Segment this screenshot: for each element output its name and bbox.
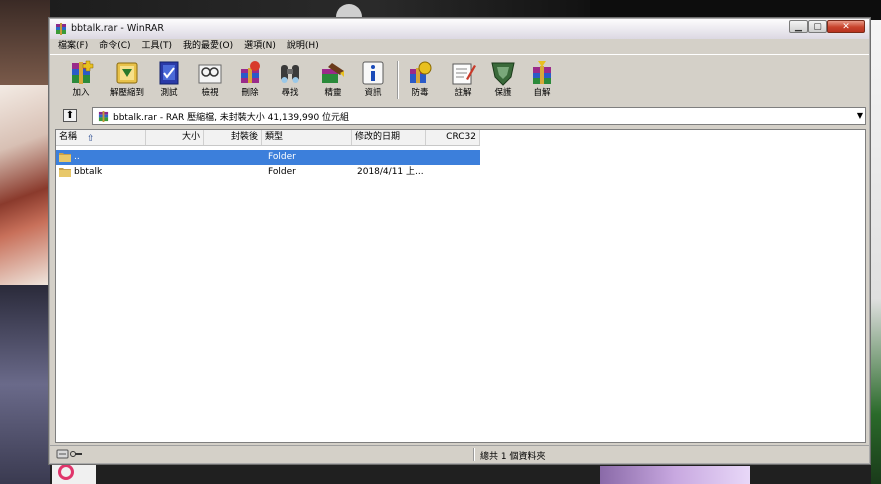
add-button-label: 加入	[72, 88, 90, 98]
view-icon	[198, 64, 222, 84]
winrar-app-icon[interactable]	[55, 23, 67, 35]
status-bar: 總共 1 個資料夾	[50, 445, 869, 463]
maximize-button[interactable]: ▢	[808, 20, 827, 33]
folder-up-icon	[59, 153, 71, 162]
desktop-logo-icon	[58, 464, 74, 480]
column-name-label: 名稱	[59, 132, 78, 142]
menu-commands[interactable]: 命令(C)	[99, 39, 130, 54]
desktop-background-art	[0, 85, 50, 285]
delete-button[interactable]: 刪除	[230, 59, 270, 103]
test-button-label: 測試	[160, 88, 178, 98]
dropdown-arrow-icon[interactable]: ▼	[857, 111, 863, 120]
info-button-label: 資訊	[364, 88, 382, 98]
add-archive-icon	[72, 60, 94, 84]
virus-scan-button[interactable]: 防毒	[400, 59, 440, 103]
protect-button-label: 保護	[494, 88, 512, 98]
winrar-window: bbtalk.rar - WinRAR ▁ ▢ ✕ 檔案(F) 命令(C) 工具…	[48, 17, 871, 465]
menu-bar: 檔案(F) 命令(C) 工具(T) 我的最愛(O) 選項(N) 說明(H)	[50, 39, 869, 54]
window-title: bbtalk.rar - WinRAR	[71, 23, 165, 34]
comment-icon	[452, 63, 476, 85]
menu-help[interactable]: 說明(H)	[287, 39, 319, 54]
status-text: 總共 1 個資料夾	[480, 452, 546, 462]
protect-button[interactable]: 保護	[483, 59, 523, 103]
extract-to-button-label: 解壓縮到	[109, 88, 144, 98]
menu-file[interactable]: 檔案(F)	[58, 39, 88, 54]
address-field[interactable]: bbtalk.rar - RAR 壓縮檔, 未封裝大小 41,139,990 位…	[92, 107, 866, 125]
address-text: bbtalk.rar - RAR 壓縮檔, 未封裝大小 41,139,990 位…	[113, 113, 350, 123]
column-modified[interactable]: 修改的日期	[352, 130, 426, 145]
item-type: Folder	[268, 167, 296, 177]
delete-button-label: 刪除	[241, 88, 259, 98]
virus-scan-button-label: 防毒	[411, 88, 429, 98]
menu-options[interactable]: 選項(N)	[244, 39, 276, 54]
sort-ascending-icon: ⇧	[87, 134, 95, 144]
item-modified	[357, 150, 425, 165]
find-button[interactable]: 尋找	[270, 59, 310, 103]
caption-buttons: ▁ ▢ ✕	[789, 20, 865, 33]
view-button-label: 檢視	[201, 88, 219, 98]
desktop-background	[0, 285, 50, 484]
find-icon	[281, 65, 299, 83]
view-button[interactable]: 檢視	[190, 59, 230, 103]
drive-key-icon	[56, 449, 82, 459]
address-bar: ⬆ bbtalk.rar - RAR 壓縮檔, 未封裝大小 41,139,990…	[50, 105, 869, 127]
column-type[interactable]: 類型	[262, 130, 352, 145]
up-folder-button[interactable]: ⬆	[63, 109, 77, 122]
column-name[interactable]: 名稱 ⇧	[56, 130, 146, 145]
sfx-button[interactable]: 自解	[522, 59, 562, 103]
file-list[interactable]: 名稱 ⇧ 大小 封裝後 類型 修改的日期 CRC32 .. Folder bbt…	[55, 129, 866, 443]
column-crc32[interactable]: CRC32	[426, 130, 480, 145]
find-button-label: 尋找	[281, 88, 299, 98]
toolbar: 加入 解壓縮到 測試 檢視 刪除 尋找 精靈 資訊 防毒 註解 保護 自解	[50, 54, 869, 106]
list-header: 名稱 ⇧ 大小 封裝後 類型 修改的日期 CRC32	[56, 130, 480, 146]
add-button[interactable]: 加入	[61, 59, 101, 103]
sfx-button-label: 自解	[533, 88, 551, 98]
desktop-background	[600, 466, 750, 484]
info-button[interactable]: 資訊	[353, 59, 393, 103]
comment-button[interactable]: 註解	[443, 59, 483, 103]
item-name: ..	[74, 152, 80, 162]
column-size[interactable]: 大小	[146, 130, 204, 145]
menu-tools[interactable]: 工具(T)	[142, 39, 173, 54]
minimize-button[interactable]: ▁	[789, 20, 808, 33]
protect-icon	[491, 62, 515, 86]
list-item[interactable]: .. Folder	[56, 150, 480, 165]
test-icon	[159, 61, 179, 85]
item-name: bbtalk	[74, 167, 103, 177]
menu-favorites[interactable]: 我的最愛(O)	[183, 39, 233, 54]
test-button[interactable]: 測試	[149, 59, 189, 103]
desktop-background	[871, 20, 881, 484]
close-button[interactable]: ✕	[827, 20, 865, 33]
wizard-button[interactable]: 精靈	[313, 59, 353, 103]
title-bar[interactable]: bbtalk.rar - WinRAR ▁ ▢ ✕	[50, 19, 869, 39]
arrow-up-icon: ⬆	[65, 110, 75, 121]
item-modified: 2018/4/11 上...	[357, 167, 424, 177]
comment-button-label: 註解	[454, 88, 472, 98]
rar-archive-icon	[98, 111, 109, 122]
column-packed[interactable]: 封裝後	[204, 130, 262, 145]
sfx-icon	[533, 61, 551, 84]
extract-to-icon	[116, 62, 138, 84]
wizard-button-label: 精靈	[324, 88, 342, 98]
status-separator	[473, 448, 475, 461]
virus-scan-icon	[410, 61, 432, 83]
info-icon	[362, 61, 384, 85]
delete-icon	[241, 61, 260, 83]
toolbar-separator	[397, 61, 399, 99]
extract-to-button[interactable]: 解壓縮到	[105, 59, 149, 103]
folder-icon	[59, 168, 71, 177]
list-item[interactable]: bbtalk Folder 2018/4/11 上...	[56, 165, 480, 180]
wizard-icon	[322, 63, 344, 83]
desktop-background	[0, 0, 50, 85]
item-type: Folder	[268, 152, 296, 162]
